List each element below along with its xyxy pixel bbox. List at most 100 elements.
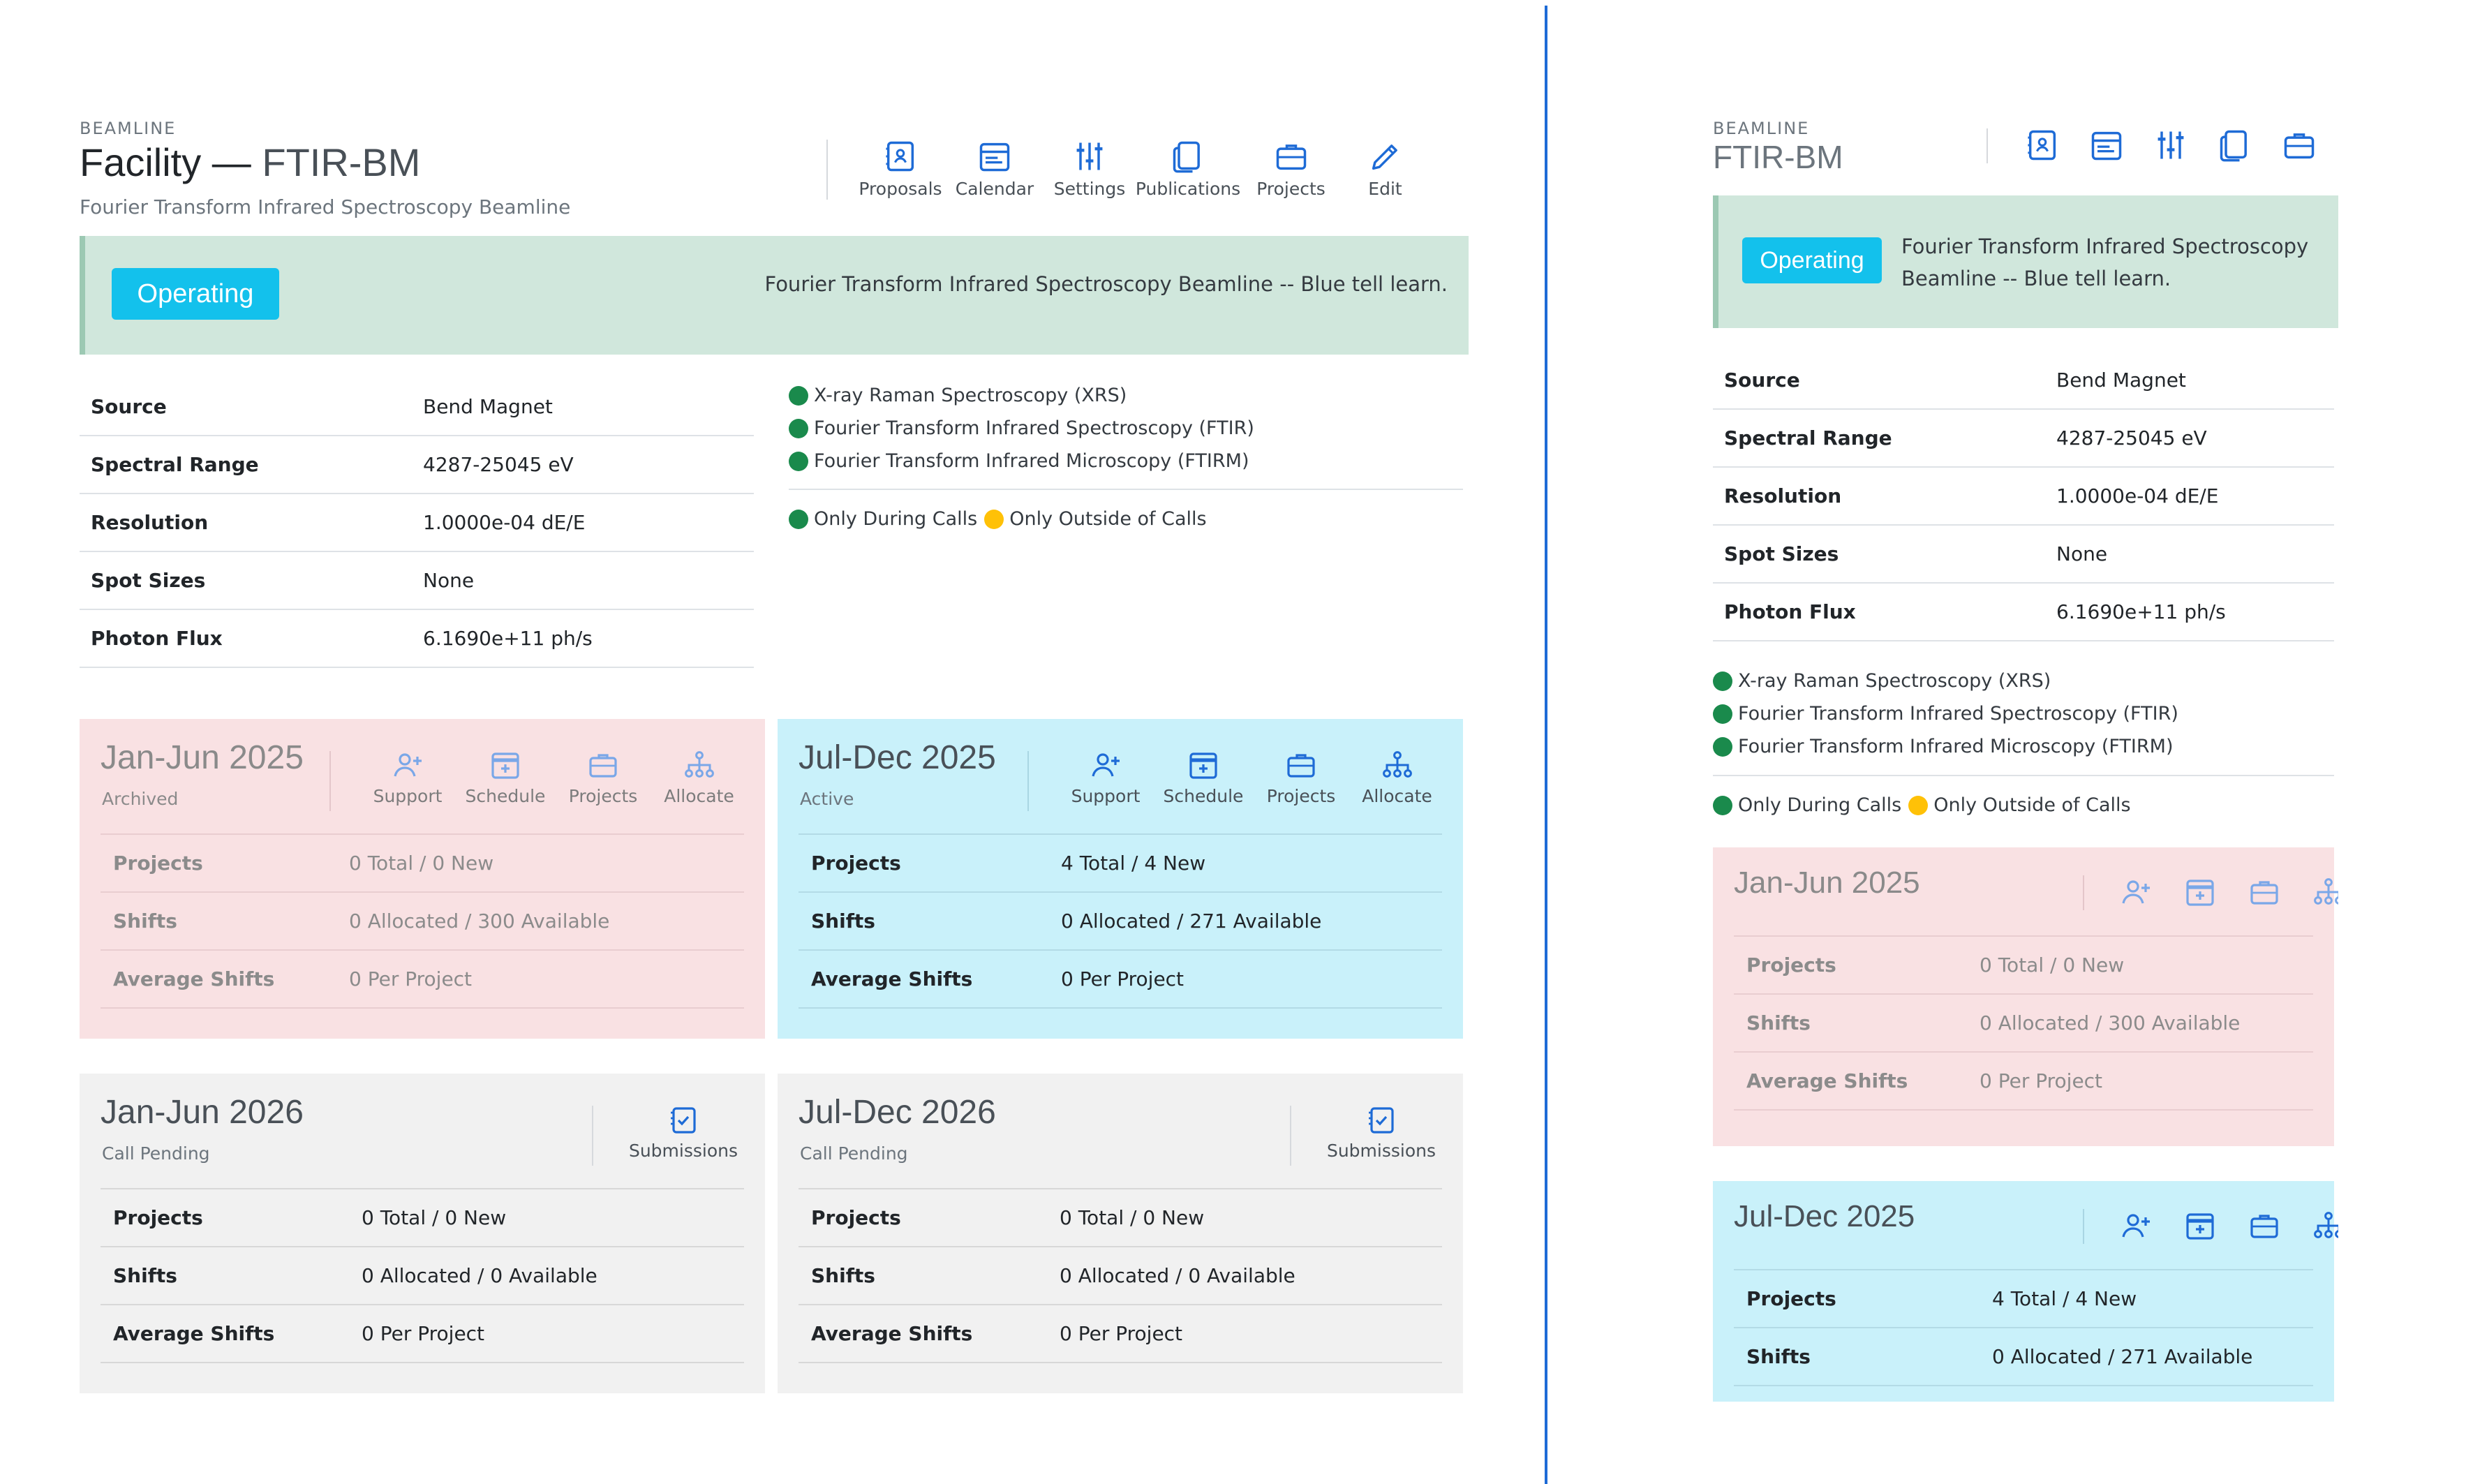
toolbar-publications-button[interactable]: Publications <box>1136 138 1240 199</box>
table-row: Average Shifts0 Per Project <box>101 1305 744 1363</box>
toolbar-proposals-button[interactable] <box>2010 127 2074 163</box>
projects-button[interactable] <box>2232 1209 2296 1242</box>
toolbar-divider <box>1986 128 1988 163</box>
briefcase-icon <box>2248 875 2281 909</box>
eyebrow-label: BEAMLINE <box>80 119 177 138</box>
toolbar-label: Calendar <box>955 179 1034 199</box>
mobile-view: BEAMLINE FTIR-BM Operating Fourier Trans… <box>1668 105 2338 1402</box>
toolbar-settings-button[interactable] <box>2139 127 2203 163</box>
status-panel: Operating Fourier Transform Infrared Spe… <box>80 236 1469 355</box>
cycle-divider <box>1290 1106 1291 1166</box>
cycle-divider <box>592 1106 593 1166</box>
support-button[interactable]: Support <box>1057 748 1154 806</box>
schedule-button[interactable]: Schedule <box>456 748 554 806</box>
legend: Only During Calls Only Outside of Calls <box>789 503 1207 535</box>
projects-button[interactable]: Projects <box>1252 748 1350 806</box>
table-row: Source Bend Magnet <box>1713 352 2334 410</box>
row-value: 0 Total / 0 New <box>1047 1189 1442 1247</box>
calendar-icon <box>2088 127 2125 163</box>
allocate-button[interactable] <box>2296 1209 2338 1242</box>
table-row: Projects 0 Total / 0 New <box>101 1189 744 1247</box>
row-key: Shifts <box>101 892 336 951</box>
schedule-button[interactable] <box>2168 875 2232 909</box>
property-value: Bend Magnet <box>2045 352 2334 410</box>
cycle-divider <box>2083 875 2084 910</box>
toolbar-edit-button[interactable] <box>2331 127 2338 163</box>
submissions-button[interactable]: Submissions <box>1315 1103 1448 1161</box>
row-value: 0 Per Project <box>349 1305 744 1363</box>
cycle-state: Archived <box>102 789 179 809</box>
tool-label: Projects <box>1266 786 1336 806</box>
properties-table: Source Bend Magnet Spectral Range 4287-250… <box>80 378 754 668</box>
projects-button[interactable]: Projects <box>554 748 652 806</box>
allocate-button[interactable] <box>2296 875 2338 909</box>
toolbar-label: Publications <box>1135 179 1241 199</box>
schedule-button[interactable] <box>2168 1209 2232 1242</box>
support-button[interactable] <box>2104 1209 2168 1242</box>
toolbar-label: Projects <box>1256 179 1325 199</box>
legend-during: Only During Calls <box>814 508 978 530</box>
projects-button[interactable] <box>2232 875 2296 909</box>
toolbar-edit-button[interactable]: Edit <box>1342 138 1429 199</box>
row-key: Average Shifts <box>101 950 336 1009</box>
cycle-name: Jul-Dec 2025 <box>799 739 996 776</box>
row-key: Shifts <box>799 1247 1047 1305</box>
property-key: Source <box>1713 352 2045 410</box>
property-value: None <box>2045 525 2334 584</box>
check-document-icon <box>1365 1103 1398 1136</box>
cycle-divider <box>329 751 331 811</box>
table-row: Spot Sizes None <box>1713 525 2334 584</box>
row-value: 0 Per Project <box>1047 1305 1442 1363</box>
toolbar-projects-button[interactable] <box>2267 127 2331 163</box>
legend-row: Only During Calls Only Outside of Calls <box>1713 789 2131 822</box>
table-row: Shifts 0 Allocated / 300 Available <box>1734 994 2313 1053</box>
row-key: Average Shifts <box>799 1305 1047 1363</box>
add-user-icon <box>2119 1209 2153 1242</box>
status-description: Fourier Transform Infrared Spectroscopy … <box>764 272 1448 296</box>
row-key: Projects <box>1734 1270 1980 1328</box>
support-button[interactable] <box>2104 875 2168 909</box>
cycle-table: Projects 0 Total / 0 New Shifts 0 Allocate… <box>1734 937 2313 1111</box>
toolbar-calendar-button[interactable] <box>2074 127 2139 163</box>
property-key: Resolution <box>80 494 412 552</box>
property-key: Spot Sizes <box>1713 525 2045 584</box>
row-key: Shifts <box>1734 994 1967 1053</box>
calendar-plus-icon <box>2183 1209 2217 1242</box>
toolbar-proposals-button[interactable]: Proposals <box>855 138 946 199</box>
property-key: Spectral Range <box>80 436 412 494</box>
table-row: Spectral Range 4287-25045 eV <box>80 436 754 494</box>
schedule-button[interactable]: Schedule <box>1154 748 1252 806</box>
cycle-divider <box>2083 1209 2084 1244</box>
row-key: Shifts <box>1734 1328 1980 1386</box>
page-subtitle: Fourier Transform Infrared Spectroscopy … <box>80 195 571 218</box>
table-row: Projects 0 Total / 0 New <box>1734 937 2313 995</box>
property-key: Photon Flux <box>1713 583 2045 641</box>
property-value: Bend Magnet <box>412 378 754 436</box>
table-row: Resolution 1.0000e-04 dE/E <box>80 494 754 552</box>
property-value: 4287-25045 eV <box>2045 409 2334 468</box>
allocate-button[interactable]: Allocate <box>652 748 746 806</box>
submissions-button[interactable]: Submissions <box>617 1103 750 1161</box>
support-button[interactable]: Support <box>359 748 456 806</box>
table-row: Resolution 1.0000e-04 dE/E <box>1713 467 2334 526</box>
briefcase-icon <box>586 748 620 782</box>
table-row: Spectral Range 4287-25045 eV <box>1713 409 2334 468</box>
tool-label: Allocate <box>664 786 734 806</box>
briefcase-icon <box>1273 138 1309 175</box>
cycle-table: Projects 4 Total / 4 New Shifts 0 Allocate… <box>799 835 1442 1009</box>
toolbar-calendar-button[interactable]: Calendar <box>946 138 1044 199</box>
row-key: Projects <box>799 1189 1047 1247</box>
property-value: 1.0000e-04 dE/E <box>412 494 754 552</box>
toolbar-divider <box>826 140 828 200</box>
toolbar-settings-button[interactable]: Settings <box>1044 138 1136 199</box>
toolbar-projects-button[interactable]: Projects <box>1240 138 1342 199</box>
property-key: Photon Flux <box>80 609 412 668</box>
toolbar-publications-button[interactable] <box>2203 127 2267 163</box>
technique-label: Fourier Transform Infrared Microscopy (F… <box>1738 736 2174 757</box>
check-document-icon <box>667 1103 700 1136</box>
row-key: Projects <box>101 835 336 893</box>
allocate-button[interactable]: Allocate <box>1350 748 1444 806</box>
tool-label: Schedule <box>1163 786 1244 806</box>
property-value: 6.1690e+11 ph/s <box>412 609 754 668</box>
cycle-card: Jul-Dec 2025 Active Support Schedule Pro… <box>778 719 1463 1039</box>
